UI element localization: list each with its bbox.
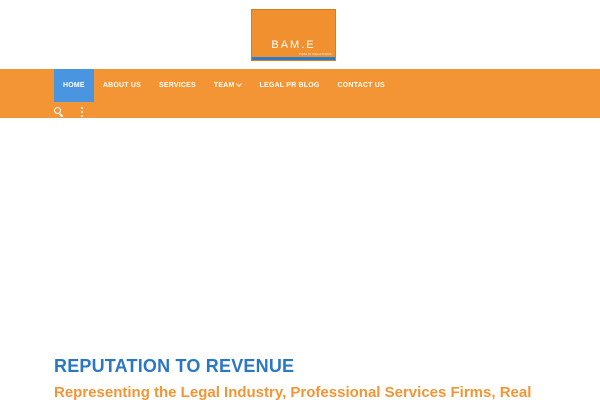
logo-text: BAM.E	[271, 39, 316, 51]
logo-subtext: PUBLIC RELATIONS	[298, 52, 332, 56]
nav-item-label: CONTACT US	[337, 82, 385, 89]
logo-accent-bar	[252, 57, 335, 60]
nav-menu: HOME ABOUT US SERVICES TEAM LEGAL PR BLO…	[54, 69, 394, 102]
main-navigation: HOME ABOUT US SERVICES TEAM LEGAL PR BLO…	[0, 69, 600, 118]
nav-tools	[54, 107, 87, 118]
nav-item-team[interactable]: TEAM	[205, 69, 251, 102]
nav-item-label: HOME	[63, 82, 85, 89]
nav-item-services[interactable]: SERVICES	[150, 69, 205, 102]
site-logo[interactable]: BAM.E PUBLIC RELATIONS	[251, 9, 336, 61]
chevron-down-icon	[236, 81, 243, 87]
hero-heading: REPUTATION TO REVENUE	[54, 356, 295, 376]
nav-item-contact-us[interactable]: CONTACT US	[329, 69, 394, 102]
nav-item-home[interactable]: HOME	[54, 69, 94, 102]
nav-item-legal-pr-blog[interactable]: LEGAL PR BLOG	[250, 69, 328, 102]
nav-item-label: TEAM	[213, 82, 235, 89]
more-vertical-icon[interactable]	[77, 107, 87, 117]
nav-item-label: SERVICES	[158, 82, 196, 89]
site-header: BAM.E PUBLIC RELATIONS	[0, 0, 600, 69]
nav-item-about-us[interactable]: ABOUT US	[94, 69, 150, 102]
nav-item-label: ABOUT US	[102, 82, 141, 89]
search-icon[interactable]	[54, 107, 64, 118]
hero-subheading: Representing the Legal Industry, Profess…	[54, 384, 532, 400]
nav-item-label: LEGAL PR BLOG	[259, 82, 320, 89]
